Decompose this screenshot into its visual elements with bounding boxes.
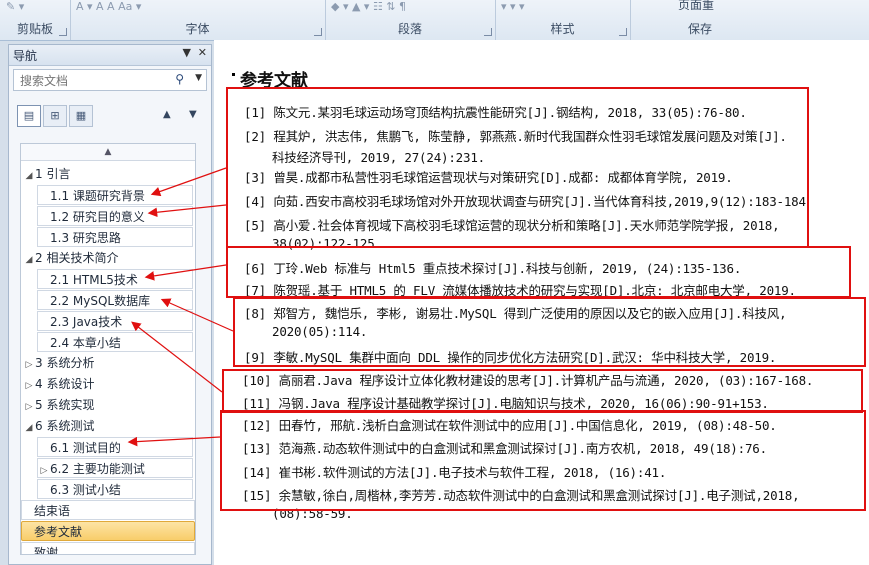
dialog-launcher-icon[interactable] [314, 28, 322, 36]
dialog-launcher-icon[interactable] [59, 28, 67, 36]
nav-item-label: 参考文献 [34, 525, 83, 539]
tab-pages[interactable]: ⊞ [43, 105, 67, 127]
annotation-box [226, 246, 851, 298]
nav-item-label: 3 系统分析 [35, 356, 95, 370]
ribbon-group-label: 样式 [550, 22, 575, 36]
collapse-icon[interactable]: ◢ [23, 418, 35, 438]
nav-item[interactable]: ◢ 6 系统测试 [23, 416, 195, 436]
expand-icon[interactable]: ▷ [38, 461, 50, 481]
nav-header: 导航 ▼ ✕ [9, 45, 211, 66]
nav-item-label: 5 系统实现 [35, 398, 95, 412]
nav-item-label: 1.2 研究目的意义 [50, 210, 145, 224]
nav-item-label: 2.3 Java技术 [50, 315, 123, 329]
nav-item-label: 6.3 测试小结 [50, 483, 121, 497]
nav-item-label: 6 系统测试 [35, 419, 95, 433]
nav-item[interactable]: ▷ 5 系统实现 [23, 395, 195, 415]
arrow-up-icon[interactable]: ▲ [163, 109, 171, 120]
expand-icon[interactable]: ▷ [23, 355, 35, 375]
heading-tree: ▲ ◢ 1 引言 1.1 课题研究背景 1.2 研究目的意义 1.3 研究思路 ◢ 2 相关… [20, 143, 196, 555]
nav-item[interactable]: ▷ 6.2 主要功能测试 [37, 458, 193, 478]
collapse-icon[interactable]: ◢ [23, 166, 35, 186]
arrow-down-icon[interactable]: ▼ [189, 109, 197, 120]
ribbon-group-label: 段落 [397, 22, 422, 36]
search-input[interactable] [18, 71, 182, 91]
nav-title: 导航 [13, 49, 38, 63]
nav-tabs: ▤ ⊞ ▦ ▲ ▼ [13, 105, 207, 129]
dialog-launcher-icon[interactable] [484, 28, 492, 36]
nav-item[interactable]: 1.2 研究目的意义 [37, 206, 193, 226]
clipboard-icons: ✎ ▾ [6, 0, 25, 13]
nav-item-label: 结束语 [34, 504, 71, 518]
dropdown-icon[interactable]: ▼ [183, 46, 191, 59]
nav-item-label: 2.1 HTML5技术 [50, 273, 138, 287]
dialog-launcher-icon[interactable] [619, 28, 627, 36]
ribbon-group-styles[interactable]: ▾ ▾ ▾ 样式 [495, 0, 631, 40]
annotation-box [233, 297, 866, 367]
tab-headings[interactable]: ▤ [17, 105, 41, 127]
ribbon-group-label: 保存 [687, 22, 712, 36]
nav-item-label: 1 引言 [35, 167, 71, 181]
nav-item[interactable]: ◢ 2 相关技术简介 [23, 248, 195, 268]
paragraph-icons: ◆ ▾ ▲ ▾ ☷ ⇅ ¶ [331, 0, 407, 13]
nav-item-label: 致谢 [34, 546, 59, 555]
nav-item[interactable]: ◢ 1 引言 [23, 164, 195, 184]
nav-item-label: 1.3 研究思路 [50, 231, 121, 245]
collapse-bar[interactable]: ▲ [21, 144, 195, 161]
close-icon[interactable]: ✕ [198, 46, 207, 59]
annotation-box [226, 87, 809, 248]
search-dropdown-icon[interactable]: ▼ [195, 73, 202, 83]
nav-item[interactable]: 2.3 Java技术 [37, 311, 193, 331]
nav-item-label: 2.2 MySQL数据库 [50, 294, 151, 308]
ribbon-group-clipboard[interactable]: ✎ ▾ 剪贴板 [0, 0, 71, 40]
nav-item-label: 2 相关技术简介 [35, 251, 119, 265]
ribbon-group-font[interactable]: A ▾ A A Aa ▾ 字体 [70, 0, 326, 40]
tab-results[interactable]: ▦ [69, 105, 93, 127]
nav-item-label: 6.2 主要功能测试 [50, 462, 145, 476]
nav-item-label: 1.1 课题研究背景 [50, 189, 145, 203]
ribbon-group-label: 字体 [185, 22, 210, 36]
nav-item-label: 6.1 测试目的 [50, 441, 121, 455]
nav-item-label: 2.4 本章小结 [50, 336, 121, 350]
nav-item[interactable]: 结束语 [21, 500, 195, 520]
nav-item[interactable]: ▷ 4 系统设计 [23, 374, 195, 394]
search-icon[interactable]: ⚲ [175, 72, 184, 86]
nav-item[interactable]: 1.3 研究思路 [37, 227, 193, 247]
styles-icons: ▾ ▾ ▾ [501, 0, 525, 13]
nav-item[interactable]: 2.1 HTML5技术 [37, 269, 193, 289]
nav-item[interactable]: ▷ 3 系统分析 [23, 353, 195, 373]
nav-item[interactable]: 2.2 MySQL数据库 [37, 290, 193, 310]
ribbon-group-paragraph[interactable]: ◆ ▾ ▲ ▾ ☷ ⇅ ¶ 段落 [325, 0, 496, 40]
ribbon-group-save[interactable]: 页面重 保存 [630, 0, 770, 40]
page-button-label[interactable]: 页面重 [678, 0, 764, 10]
font-icons: A ▾ A A Aa ▾ [76, 0, 142, 13]
expand-icon[interactable]: ▷ [23, 376, 35, 396]
nav-item[interactable]: 6.3 测试小结 [37, 479, 193, 499]
collapse-icon[interactable]: ◢ [23, 250, 35, 270]
nav-item[interactable]: 1.1 课题研究背景 [37, 185, 193, 205]
nav-item[interactable]: 2.4 本章小结 [37, 332, 193, 352]
nav-item[interactable]: 参考文献 [21, 521, 195, 541]
nav-item[interactable]: 致谢 [21, 542, 195, 555]
expand-icon[interactable]: ▷ [23, 397, 35, 417]
nav-item-label: 4 系统设计 [35, 377, 95, 391]
nav-item[interactable]: 6.1 测试目的 [37, 437, 193, 457]
search-box[interactable]: ⚲ ▼ [13, 69, 207, 91]
annotation-box [220, 410, 866, 511]
annotation-box [222, 369, 863, 413]
navigation-pane: 导航 ▼ ✕ ⚲ ▼ ▤ ⊞ ▦ ▲ ▼ ▲ ◢1 引言1.1 课题研究背景1.… [8, 44, 212, 565]
ribbon: ✎ ▾ 剪贴板 A ▾ A A Aa ▾ 字体 ◆ ▾ ▲ ▾ ☷ ⇅ ¶ 段落… [0, 0, 869, 41]
